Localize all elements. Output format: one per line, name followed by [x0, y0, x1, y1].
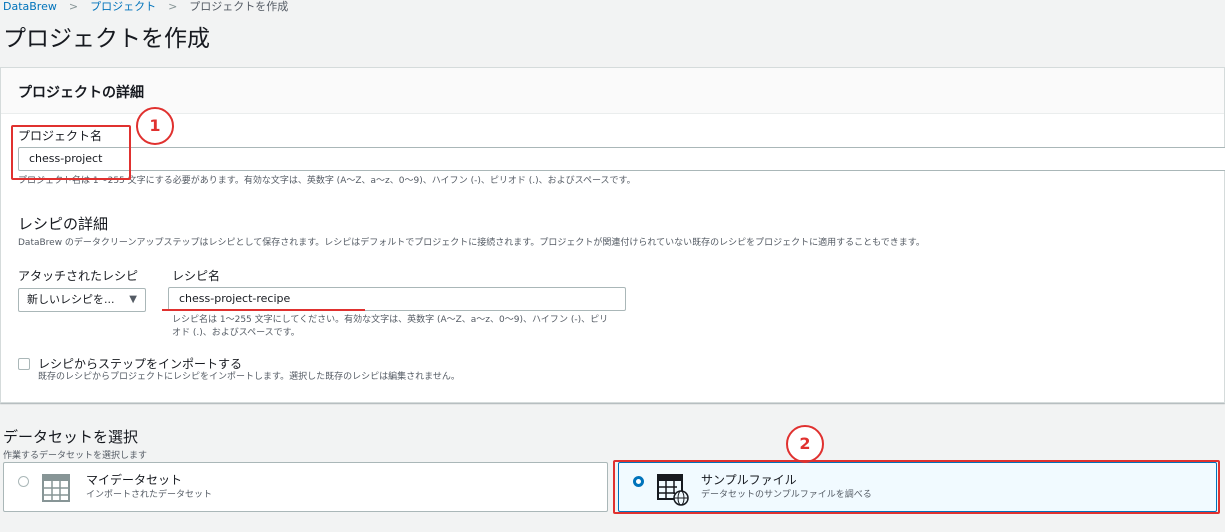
recipe-name-label: レシピ名	[172, 269, 221, 283]
dataset-section-title: データセットを選択	[3, 428, 139, 446]
my-datasets-title: マイデータセット	[86, 473, 183, 487]
breadcrumb: DataBrew > プロジェクト > プロジェクトを作成	[3, 0, 288, 14]
panel-header: プロジェクトの詳細	[1, 68, 1224, 114]
recipe-details-description: DataBrew のデータクリーンアップステップはレシピとして保存されます。レシ…	[18, 238, 925, 248]
recipe-name-hint-line1: レシピ名は 1〜255 文字にしてください。有効な文字は、英数字 (A〜Z、a〜…	[172, 315, 609, 325]
breadcrumb-databrew-link[interactable]: DataBrew	[3, 0, 57, 14]
breadcrumb-projects-link[interactable]: プロジェクト	[90, 0, 156, 14]
annotation-box-sample-files	[613, 460, 1220, 514]
annotation-underline-recipe	[162, 309, 365, 311]
recipe-name-hint-line2: オド (.)、およびスペースです。	[172, 328, 300, 338]
recipe-name-input[interactable]: chess-project-recipe	[168, 287, 626, 311]
attached-recipe-value: 新しいレシピを...	[27, 293, 115, 306]
project-details-panel: プロジェクトの詳細 プロジェクト名 chess-project プロジェクト名は…	[0, 67, 1225, 403]
annotation-marker-2: 2	[786, 425, 824, 463]
chevron-right-icon: >	[68, 0, 79, 13]
dataset-section-subtitle: 作業するデータセットを選択します	[3, 451, 148, 461]
breadcrumb-current: プロジェクトを作成	[189, 0, 289, 13]
attached-recipe-label: アタッチされたレシピ	[18, 269, 139, 283]
chevron-right-icon: >	[168, 0, 178, 13]
annotation-marker-1: 1	[136, 107, 174, 145]
page-title: プロジェクトを作成	[3, 26, 210, 52]
annotation-box-project-name	[11, 125, 131, 180]
import-steps-label[interactable]: レシピからステップをインポートする	[38, 355, 242, 372]
caret-down-icon: ▼	[129, 294, 137, 305]
project-name-input[interactable]: chess-project	[18, 147, 1225, 171]
import-steps-checkbox[interactable]	[18, 358, 30, 370]
my-datasets-desc: インポートされたデータセット	[86, 490, 213, 500]
recipe-details-title: レシピの詳細	[18, 215, 109, 233]
import-steps-hint: 既存のレシピからプロジェクトにレシピをインポートします。選択した既存のレシピは編…	[38, 372, 460, 382]
dataset-option-my-datasets[interactable]: マイデータセット インポートされたデータセット	[3, 462, 608, 512]
my-datasets-radio[interactable]	[18, 476, 29, 487]
table-icon	[42, 474, 70, 506]
attached-recipe-select[interactable]: 新しいレシピを... ▼	[18, 288, 146, 312]
